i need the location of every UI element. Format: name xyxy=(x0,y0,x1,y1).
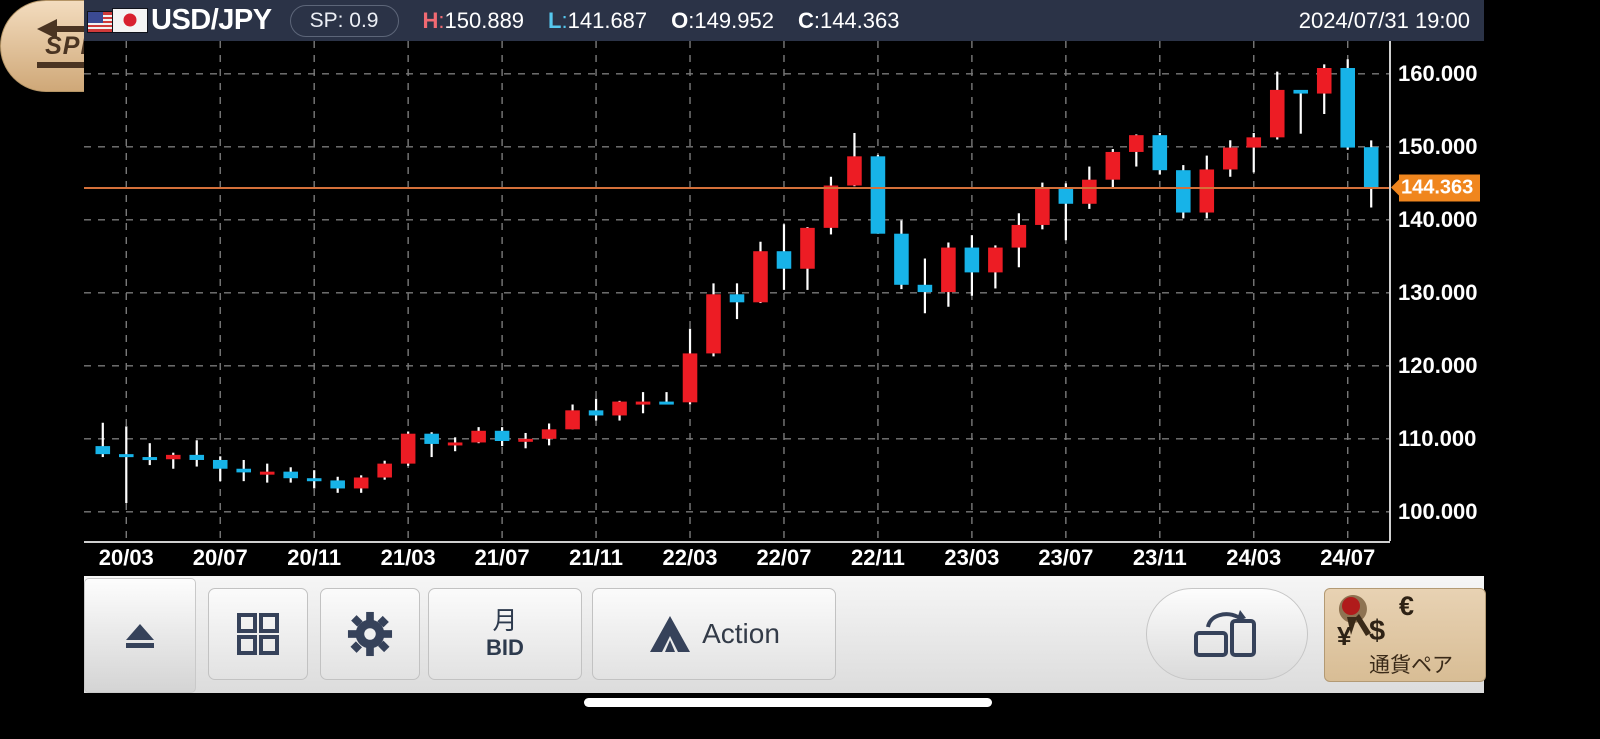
period-bid-button[interactable]: 月 BID xyxy=(428,588,582,680)
price-tick-label: 130.000 xyxy=(1398,280,1478,306)
price-tick-label: 120.000 xyxy=(1398,353,1478,379)
chart-timestamp: 2024/07/31 19:00 xyxy=(1299,8,1470,34)
time-tick-label: 21/11 xyxy=(569,545,623,571)
trading-app-screen: USD/JPY SP: 0.9 H:150.889 L:141.687 O:14… xyxy=(0,0,1600,739)
time-tick-label: 24/07 xyxy=(1320,545,1375,571)
time-tick-label: 20/11 xyxy=(287,545,341,571)
price-tick-label: 100.000 xyxy=(1398,499,1478,525)
currency-pair-button[interactable]: ¥ $ € 通貨ペア xyxy=(1324,588,1486,682)
price-axis: 100.000 110.000 120.000 130.000 140.000 150.0… xyxy=(1390,41,1510,541)
price-tick-label: 110.000 xyxy=(1398,426,1476,452)
rotate-screen-icon xyxy=(1194,609,1260,659)
eject-button[interactable] xyxy=(84,578,196,693)
time-tick-label: 22/07 xyxy=(756,545,811,571)
time-tick-label: 23/03 xyxy=(944,545,999,571)
time-tick-label: 22/03 xyxy=(662,545,717,571)
low-quote: L:141.687 xyxy=(548,8,647,34)
time-tick-label: 21/07 xyxy=(475,545,530,571)
grid-icon xyxy=(236,612,280,656)
time-axis: 20/03 20/07 20/11 21/03 21/07 21/11 22/03 22/07… xyxy=(84,541,1390,575)
time-tick-label: 23/11 xyxy=(1133,545,1187,571)
close-quote: C:144.363 xyxy=(798,8,900,34)
action-button[interactable]: Action xyxy=(592,588,836,680)
period-label: 月 xyxy=(492,607,517,635)
time-tick-label: 24/03 xyxy=(1226,545,1281,571)
time-tick-label: 21/03 xyxy=(381,545,436,571)
open-quote: O:149.952 xyxy=(671,8,774,34)
bid-label: BID xyxy=(486,635,524,661)
settings-button[interactable] xyxy=(320,588,420,680)
time-tick-label: 22/11 xyxy=(851,545,905,571)
open-key: O xyxy=(671,8,688,33)
currency-pair-flags xyxy=(87,7,145,35)
home-indicator xyxy=(584,698,992,707)
action-icon xyxy=(648,614,692,654)
japan-flag-icon xyxy=(112,8,148,33)
currency-pair-title: USD/JPY xyxy=(151,4,272,37)
time-tick-label: 23/07 xyxy=(1038,545,1093,571)
high-key: H xyxy=(423,8,439,33)
gear-icon xyxy=(347,611,393,657)
price-tick-label: 140.000 xyxy=(1398,207,1478,233)
current-price-tag: 144.363 xyxy=(1391,174,1480,201)
grid-layout-button[interactable] xyxy=(208,588,308,680)
price-tick-label: 150.000 xyxy=(1398,134,1478,160)
chart-plot-svg xyxy=(84,41,1390,541)
open-value: 149.952 xyxy=(694,8,774,33)
pair-jp-label: 通貨ペア xyxy=(1369,649,1453,679)
eject-icon xyxy=(119,618,161,654)
low-key: L xyxy=(548,8,561,33)
close-key: C xyxy=(798,8,814,33)
action-label: Action xyxy=(702,618,780,650)
price-tick-label: 160.000 xyxy=(1398,61,1478,87)
pair-eur-symbol: € xyxy=(1399,591,1414,622)
time-tick-label: 20/03 xyxy=(99,545,154,571)
spread-badge: SP: 0.9 xyxy=(290,5,399,37)
rotate-screen-button[interactable] xyxy=(1146,588,1308,680)
quote-header-bar: USD/JPY SP: 0.9 H:150.889 L:141.687 O:14… xyxy=(84,0,1484,41)
time-tick-label: 20/07 xyxy=(193,545,248,571)
low-value: 141.687 xyxy=(568,8,648,33)
candlestick-chart[interactable] xyxy=(84,41,1390,541)
close-value: 144.363 xyxy=(820,8,900,33)
high-value: 150.889 xyxy=(445,8,525,33)
pair-usd-symbol: $ xyxy=(1369,615,1385,648)
high-quote: H:150.889 xyxy=(423,8,525,34)
pair-yen-symbol: ¥ xyxy=(1337,621,1351,652)
